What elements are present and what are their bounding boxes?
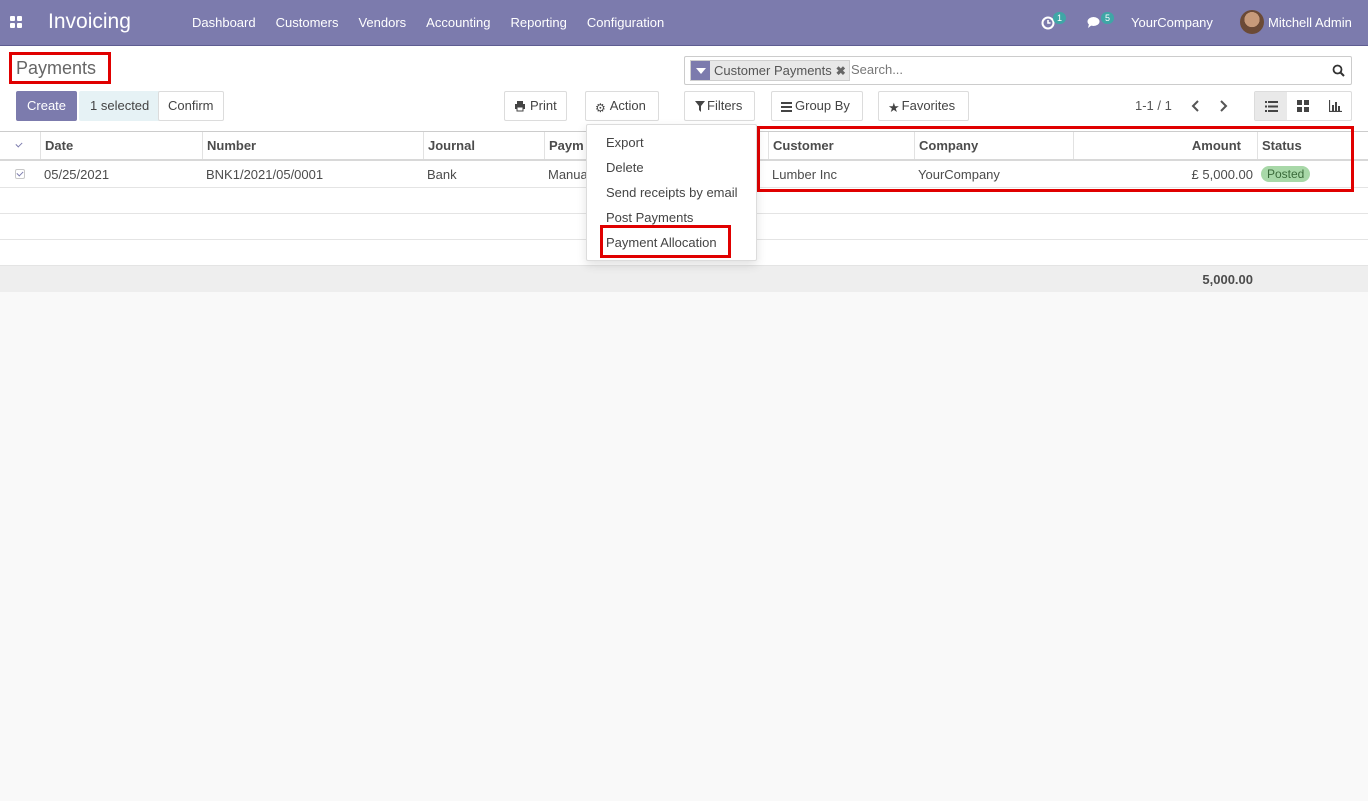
- col-customer[interactable]: Customer: [768, 132, 914, 159]
- filter-funnel-icon: [695, 101, 705, 112]
- col-number[interactable]: Number: [202, 132, 423, 159]
- select-all-checkbox[interactable]: [0, 132, 40, 159]
- col-amount[interactable]: Amount: [1073, 132, 1257, 159]
- col-company[interactable]: Company: [914, 132, 1073, 159]
- row-customer: Lumber Inc: [772, 166, 838, 182]
- menu-dashboard[interactable]: Dashboard: [182, 15, 266, 30]
- menu-accounting[interactable]: Accounting: [416, 15, 500, 30]
- bars-icon: [781, 102, 792, 112]
- menu-item-export[interactable]: Export: [606, 135, 644, 150]
- user-avatar[interactable]: [1240, 10, 1264, 34]
- table-footer: 5,000.00: [0, 266, 1368, 292]
- menu-customers[interactable]: Customers: [266, 15, 349, 30]
- search-bar[interactable]: Customer Payments ✖: [684, 56, 1352, 85]
- top-navbar: Invoicing Dashboard Customers Vendors Ac…: [0, 0, 1368, 46]
- remove-facet-icon[interactable]: ✖: [836, 64, 849, 78]
- menu-vendors[interactable]: Vendors: [348, 15, 416, 30]
- amount-total: 5,000.00: [1202, 272, 1253, 287]
- confirm-button[interactable]: Confirm: [158, 91, 224, 121]
- row-number: BNK1/2021/05/0001: [206, 166, 324, 182]
- print-icon: [515, 101, 525, 112]
- filters-button[interactable]: Filters: [684, 91, 756, 121]
- filter-icon: [691, 61, 710, 80]
- menu-item-payment-allocation[interactable]: Payment Allocation: [606, 235, 717, 250]
- row-journal: Bank: [427, 166, 457, 182]
- menu-reporting[interactable]: Reporting: [501, 15, 577, 30]
- control-panel: Payments Customer Payments ✖ Create 1 se…: [0, 46, 1368, 132]
- graph-view-icon[interactable]: [1319, 92, 1351, 120]
- row-date: 05/25/2021: [44, 166, 110, 182]
- messages-chat-icon[interactable]: 5: [1087, 12, 1115, 33]
- activity-clock-icon[interactable]: 1: [1041, 12, 1067, 33]
- pager-previous-icon[interactable]: [1186, 96, 1206, 116]
- search-facet: Customer Payments ✖: [690, 60, 850, 81]
- action-button[interactable]: ⚙ Action: [585, 91, 659, 121]
- favorites-label: Favorites: [901, 98, 956, 113]
- menu-configuration[interactable]: Configuration: [577, 15, 674, 30]
- menu-item-delete[interactable]: Delete: [606, 160, 644, 175]
- group-by-label: Group By: [795, 98, 850, 113]
- menu-item-send-receipts[interactable]: Send receipts by email: [606, 185, 738, 200]
- group-by-button[interactable]: Group By: [771, 91, 863, 121]
- row-checkbox[interactable]: [0, 161, 40, 187]
- action-dropdown-menu: Export Delete Send receipts by email Pos…: [586, 124, 757, 261]
- row-status: Posted: [1257, 161, 1368, 187]
- row-company: YourCompany: [918, 166, 1000, 182]
- col-status[interactable]: Status: [1257, 132, 1368, 159]
- col-date[interactable]: Date: [40, 132, 202, 159]
- row-amount: £ 5,000.00: [1191, 166, 1253, 182]
- messages-count-badge: 5: [1101, 12, 1115, 24]
- app-title[interactable]: Invoicing: [48, 10, 131, 34]
- status-badge: Posted: [1261, 166, 1311, 182]
- menu-item-post-payments[interactable]: Post Payments: [606, 210, 693, 225]
- star-icon: ★: [888, 100, 900, 115]
- apps-menu-icon[interactable]: [10, 16, 22, 28]
- user-menu[interactable]: Mitchell Admin: [1268, 15, 1352, 30]
- company-switcher[interactable]: YourCompany: [1131, 15, 1213, 30]
- action-label: Action: [609, 98, 646, 113]
- view-switcher: [1254, 91, 1352, 121]
- pager-next-icon[interactable]: [1213, 96, 1233, 116]
- facet-label: Customer Payments: [714, 63, 832, 78]
- create-button[interactable]: Create: [16, 91, 78, 121]
- search-input[interactable]: [851, 62, 1321, 77]
- kanban-view-icon[interactable]: [1287, 92, 1319, 120]
- favorites-button[interactable]: ★ Favorites: [878, 91, 970, 121]
- main-menu: Dashboard Customers Vendors Accounting R…: [182, 15, 674, 30]
- col-journal[interactable]: Journal: [423, 132, 544, 159]
- list-view-icon[interactable]: [1255, 92, 1287, 120]
- print-label: Print: [530, 98, 557, 113]
- activity-count-badge: 1: [1053, 12, 1067, 24]
- page-title: Payments: [16, 58, 97, 78]
- selected-count: 1 selected: [79, 91, 161, 121]
- pager-value[interactable]: 1-1 / 1: [1135, 98, 1172, 113]
- print-button[interactable]: Print: [504, 91, 567, 121]
- search-icon[interactable]: [1332, 64, 1345, 77]
- gear-icon: ⚙: [595, 101, 606, 115]
- row-payment-method: Manua: [548, 166, 586, 182]
- filters-label: Filters: [707, 98, 743, 113]
